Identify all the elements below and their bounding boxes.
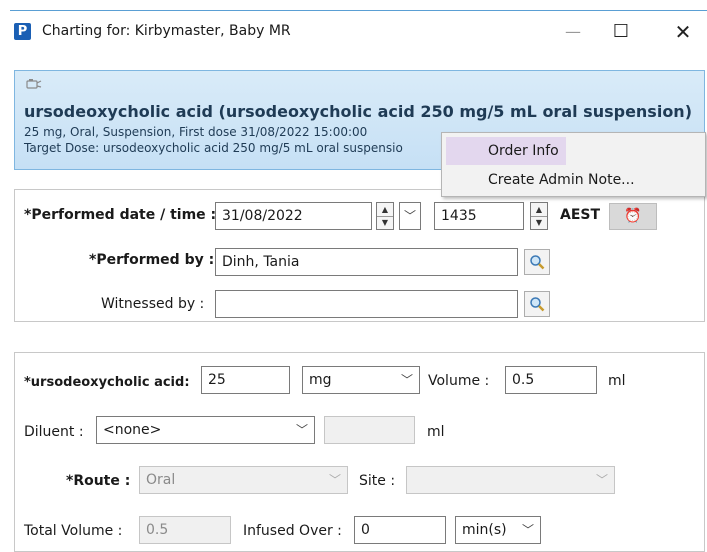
window-top-border (10, 10, 707, 11)
volume-unit: ml (608, 373, 626, 389)
performed-date-input[interactable]: 31/08/2022 (215, 202, 372, 230)
clock-button[interactable]: ⏰ (609, 203, 657, 230)
chevron-down-icon: ﹀ (403, 209, 416, 223)
drug-title: ursodeoxycholic acid (ursodeoxycholic ac… (24, 102, 693, 121)
chevron-down-icon: ﹀ (521, 523, 534, 537)
total-volume-input: 0.5 (139, 516, 231, 544)
close-button[interactable]: ✕ (660, 18, 706, 46)
maximize-button[interactable]: ☐ (598, 18, 644, 46)
chevron-down-icon: ﹀ (400, 373, 413, 387)
diluent-unit: ml (427, 424, 445, 440)
diluent-value: <none> (103, 422, 162, 438)
menu-item-order-info[interactable]: Order Info (446, 137, 566, 165)
site-select: ﹀ (406, 466, 615, 494)
performed-date-label: *Performed date / time : (24, 207, 217, 223)
dose-unit-value: mg (309, 372, 332, 388)
date-picker-dropdown[interactable]: ﹀ (399, 202, 421, 230)
minimize-button[interactable]: — (550, 18, 596, 46)
drug-dose-label: *ursodeoxycholic acid: (24, 375, 190, 390)
witnessed-by-label: Witnessed by : (101, 296, 205, 312)
spin-down-icon[interactable]: ▼ (377, 216, 393, 229)
spin-down-icon[interactable]: ▼ (531, 216, 547, 229)
bottle-icon (26, 78, 42, 94)
site-label: Site : (359, 473, 396, 489)
chevron-down-icon: ﹀ (595, 473, 608, 487)
date-spinner[interactable]: ▲ ▼ (376, 202, 394, 230)
performed-by-label: *Performed by : (89, 252, 215, 268)
witnessed-by-input[interactable] (215, 290, 518, 318)
volume-input[interactable]: 0.5 (505, 366, 597, 394)
infused-unit-select[interactable]: min(s) ﹀ (455, 516, 541, 544)
time-spinner[interactable]: ▲ ▼ (530, 202, 548, 230)
route-label: *Route : (66, 473, 131, 489)
dose-input[interactable]: 25 (201, 366, 290, 394)
timezone-label: AEST (560, 207, 601, 223)
witnessed-by-search-button[interactable] (524, 291, 550, 317)
route-value: Oral (146, 472, 176, 488)
search-icon (530, 297, 545, 312)
diluent-label: Diluent : (24, 424, 84, 440)
order-detail: 25 mg, Oral, Suspension, First dose 31/0… (24, 125, 368, 139)
diluent-volume-input (324, 416, 415, 444)
performed-time-input[interactable]: 1435 (434, 202, 524, 230)
spin-up-icon[interactable]: ▲ (377, 203, 393, 217)
alarm-clock-icon: ⏰ (624, 208, 642, 224)
app-icon: P (14, 23, 31, 40)
infused-over-input[interactable]: 0 (354, 516, 446, 544)
route-select: Oral ﹀ (139, 466, 348, 494)
menu-item-create-admin-note[interactable]: Create Admin Note... (446, 166, 696, 194)
performed-by-search-button[interactable] (524, 249, 550, 275)
volume-label: Volume : (428, 373, 490, 389)
chevron-down-icon: ﹀ (295, 423, 308, 437)
diluent-select[interactable]: <none> ﹀ (96, 416, 315, 444)
window-title: Charting for: Kirbymaster, Baby MR (42, 23, 291, 39)
dose-unit-select[interactable]: mg ﹀ (302, 366, 420, 394)
infused-unit-value: min(s) (462, 522, 507, 538)
spin-up-icon[interactable]: ▲ (531, 203, 547, 217)
target-dose: Target Dose: ursodeoxycholic acid 250 mg… (24, 141, 403, 155)
performed-by-input[interactable]: Dinh, Tania (215, 248, 518, 276)
search-icon (530, 255, 545, 270)
chevron-down-icon: ﹀ (328, 473, 341, 487)
